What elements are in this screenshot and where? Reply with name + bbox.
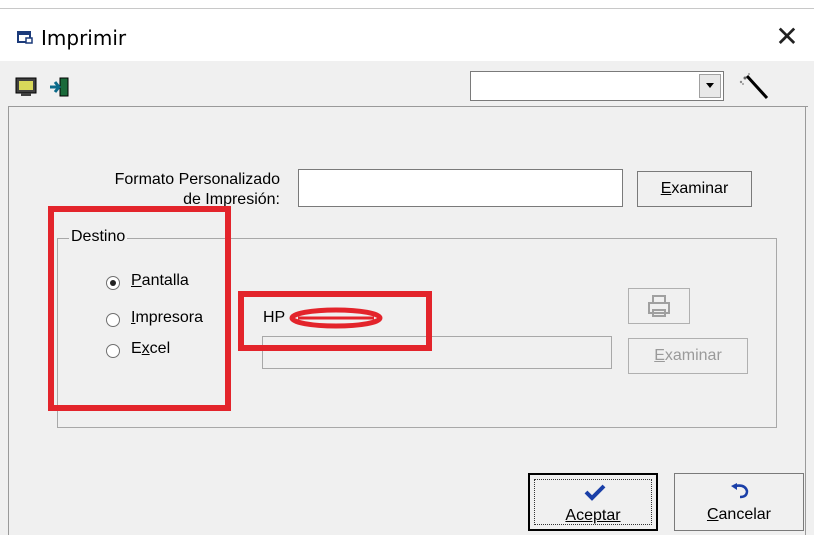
title-bar: Imprimir ✕ [0,9,814,61]
monitor-icon[interactable] [14,76,38,98]
highlight-printer [238,291,432,351]
close-icon: ✕ [775,20,799,53]
app-icon [17,31,33,44]
magic-wand-icon [739,73,769,100]
toolbar-combo[interactable] [470,71,724,101]
examinar-printer-button: Examinar [628,338,748,374]
cancel-button[interactable]: Cancelar [674,473,804,531]
content-border-left [8,106,9,535]
checkmark-icon [584,484,606,501]
format-label-line1: Formato Personalizado [114,171,280,188]
window-title: Imprimir [41,26,127,50]
format-label: Formato Personalizado de Impresión: [70,170,280,210]
wand-button[interactable] [733,70,777,102]
printer-setup-button[interactable] [628,288,690,324]
examinar-printer-label: Examinar [654,347,722,364]
accept-label: Aceptar [565,507,621,524]
print-dialog: Imprimir ✕ Formato Personalizado de Impr… [0,0,814,535]
examinar-format-label: Examinar [660,180,729,197]
exit-door-icon[interactable] [48,76,72,98]
close-button[interactable]: ✕ [772,22,802,52]
top-edge [0,0,814,9]
printer-icon [648,295,670,317]
combo-dropdown-button[interactable] [699,74,721,98]
undo-icon [731,483,749,499]
highlight-destino [48,206,231,411]
accept-button[interactable]: Aceptar [528,473,658,531]
cancel-label: Cancelar [706,506,772,523]
content-border-right [805,106,806,535]
examinar-format-button[interactable]: Examinar [637,171,752,207]
format-field[interactable] [298,169,623,207]
chevron-down-icon [706,83,714,88]
